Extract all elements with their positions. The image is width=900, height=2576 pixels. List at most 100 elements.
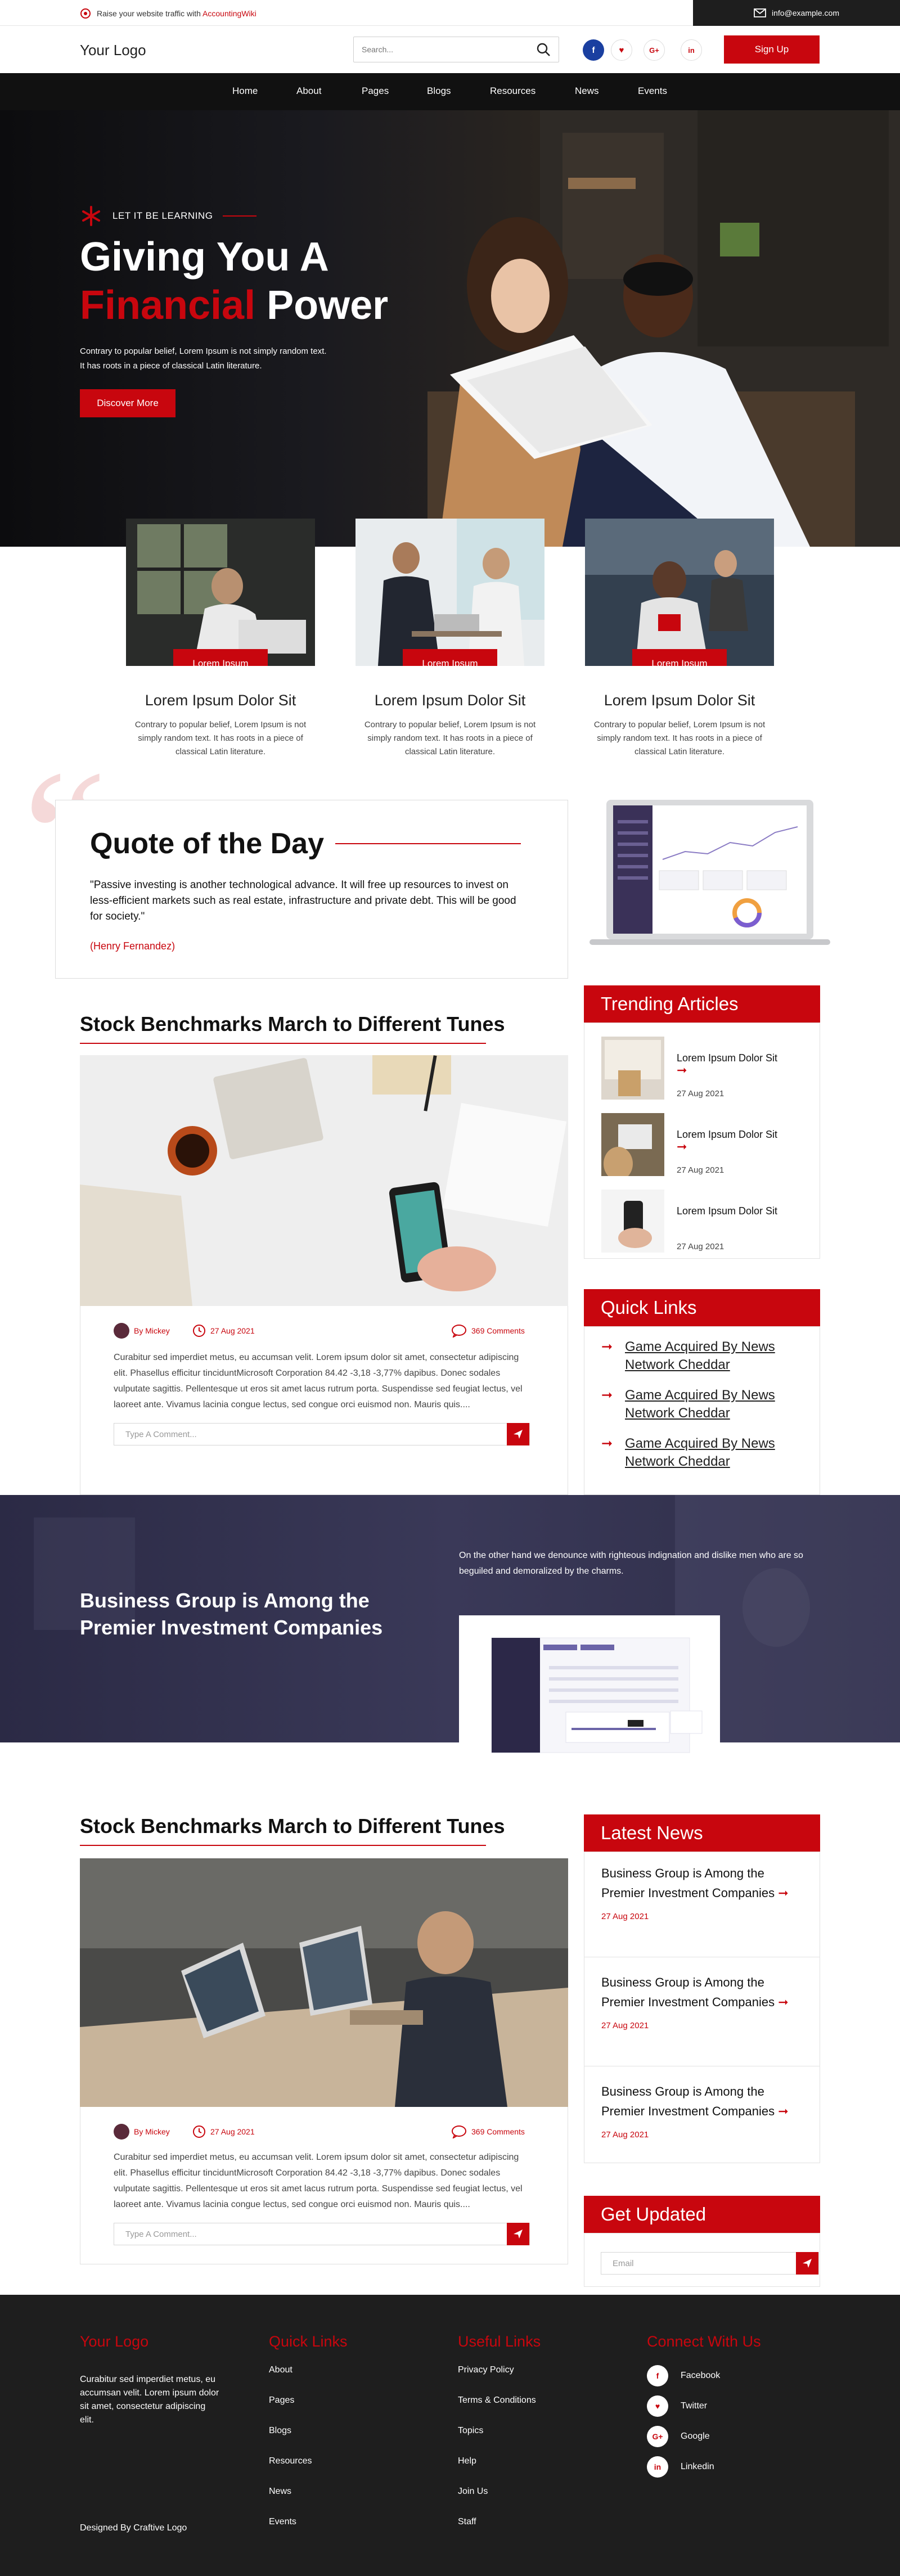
footer-column-title: Useful Links — [458, 2333, 541, 2350]
footer-link-topics[interactable]: Topics — [458, 2426, 541, 2442]
trending-item[interactable]: Lorem Ipsum Dolor Sit 27 Aug 2021 — [601, 1190, 777, 1253]
email-text: info@example.com — [771, 8, 840, 17]
subscribe-button[interactable] — [796, 2252, 818, 2275]
news-item-title: Business Group is Among the Premier Inve… — [601, 1866, 775, 1900]
news-item-title: Business Group is Among the Premier Inve… — [601, 2084, 775, 2118]
quicklink-label: Game Acquired By News Network Cheddar — [625, 1339, 775, 1372]
quicklink-item[interactable]: ➞ Game Acquired By News Network Cheddar — [601, 1435, 820, 1471]
site-logo[interactable]: Your Logo — [80, 42, 146, 59]
search-icon[interactable] — [536, 42, 551, 57]
newsletter-email-input[interactable]: Email — [601, 2252, 819, 2275]
trending-thumb — [601, 1037, 664, 1100]
title-underline — [80, 1043, 486, 1044]
send-icon — [514, 1430, 523, 1439]
card-label: Lorem Ipsum — [173, 649, 268, 666]
article-title[interactable]: Stock Benchmarks March to Different Tune… — [80, 1012, 505, 1036]
linkedin-icon[interactable]: in — [681, 39, 702, 61]
clock-icon — [193, 1325, 205, 1337]
news-item[interactable]: Business Group is Among the Premier Inve… — [601, 1972, 804, 2030]
hero-title-accent: Financial — [80, 283, 256, 328]
comment-field[interactable]: Type A Comment... — [114, 1423, 530, 1445]
social-label: Facebook — [681, 2371, 721, 2380]
nav-events[interactable]: Events — [638, 85, 667, 97]
nav-news[interactable]: News — [575, 85, 599, 97]
comment-placeholder: Type A Comment... — [125, 1429, 197, 1439]
quote-title-line — [335, 843, 521, 844]
article-comments[interactable]: 369 Comments — [451, 1324, 525, 1337]
footer-social-facebook[interactable]: f Facebook — [647, 2365, 761, 2386]
news-item-date: 27 Aug 2021 — [601, 1912, 649, 1921]
footer-link-pages[interactable]: Pages — [269, 2395, 348, 2411]
article-comments[interactable]: 369 Comments — [451, 2125, 525, 2138]
trending-item[interactable]: Lorem Ipsum Dolor Sit ➞ 27 Aug 2021 — [601, 1037, 777, 1100]
date-text: 27 Aug 2021 — [210, 1326, 255, 1335]
social-label: Google — [681, 2431, 710, 2441]
email-contact[interactable]: info@example.com — [693, 0, 900, 26]
footer-link-news[interactable]: News — [269, 2487, 348, 2502]
dashboard-mockup-image — [459, 1615, 720, 1782]
target-icon — [80, 8, 91, 19]
signup-button[interactable]: Sign Up — [724, 35, 820, 64]
nav-blogs[interactable]: Blogs — [427, 85, 451, 97]
news-item[interactable]: Business Group is Among the Premier Inve… — [601, 2082, 804, 2140]
footer-social-google[interactable]: G+ Google — [647, 2426, 761, 2447]
nav-resources[interactable]: Resources — [490, 85, 536, 97]
google-plus-icon[interactable]: G+ — [644, 39, 665, 61]
article-author[interactable]: By Mickey — [114, 2124, 170, 2140]
footer-useful-links: Useful Links Privacy Policy Terms & Cond… — [458, 2333, 541, 2533]
facebook-icon[interactable]: f — [583, 39, 604, 61]
footer-link-about[interactable]: About — [269, 2365, 348, 2381]
quicklink-item[interactable]: ➞ Game Acquired By News Network Cheddar — [601, 1338, 820, 1374]
search-input[interactable] — [353, 37, 559, 62]
trending-item[interactable]: Lorem Ipsum Dolor Sit ➞ 27 Aug 2021 — [601, 1113, 777, 1176]
footer-link-join[interactable]: Join Us — [458, 2487, 541, 2502]
card-title: Lorem Ipsum Dolor Sit — [145, 692, 296, 709]
footer-link-blogs[interactable]: Blogs — [269, 2426, 348, 2442]
comments-count: 369 Comments — [471, 2127, 525, 2136]
laptop-dashboard-image — [590, 800, 830, 945]
quicklink-item[interactable]: ➞ Game Acquired By News Network Cheddar — [601, 1386, 820, 1422]
trending-item-date: 27 Aug 2021 — [677, 1242, 724, 1251]
feature-card[interactable]: Lorem Ipsum Lorem Ipsum Dolor Sit Contra… — [356, 519, 544, 759]
nav-home[interactable]: Home — [232, 85, 258, 97]
card-image: Lorem Ipsum — [585, 519, 774, 666]
send-button[interactable] — [507, 1423, 529, 1445]
footer-link-privacy[interactable]: Privacy Policy — [458, 2365, 541, 2381]
facebook-icon: f — [647, 2365, 668, 2386]
news-item[interactable]: Business Group is Among the Premier Inve… — [601, 1863, 804, 1921]
footer-link-terms[interactable]: Terms & Conditions — [458, 2395, 541, 2411]
promo-brand-link[interactable]: AccountingWiki — [202, 9, 256, 18]
quote-author: (Henry Fernandez) — [90, 940, 176, 952]
feature-card[interactable]: Lorem Ipsum Lorem Ipsum Dolor Sit Contra… — [126, 519, 315, 759]
quicklinks-widget: ➞ Game Acquired By News Network Cheddar ➞… — [584, 1326, 820, 1495]
social-label: Twitter — [681, 2401, 708, 2411]
footer-credit: Designed By Craftive Logo — [80, 2523, 187, 2533]
send-button[interactable] — [507, 2223, 529, 2245]
footer-link-resources[interactable]: Resources — [269, 2456, 348, 2472]
hero-text-line1: Contrary to popular belief, Lorem Ipsum … — [80, 346, 327, 356]
latest-news-widget: Business Group is Among the Premier Inve… — [584, 1852, 820, 2163]
trending-title: Trending Articles — [584, 985, 820, 1023]
band-title-line1: Business Group is Among the — [80, 1589, 370, 1612]
footer-social-twitter[interactable]: ♥ Twitter — [647, 2395, 761, 2417]
article-author[interactable]: By Mickey — [114, 1323, 170, 1339]
footer-link-help[interactable]: Help — [458, 2456, 541, 2472]
footer-link-staff[interactable]: Staff — [458, 2517, 541, 2533]
comment-field[interactable]: Type A Comment... — [114, 2223, 530, 2245]
trending-item-title: Lorem Ipsum Dolor Sit — [677, 1205, 778, 1217]
nav-pages[interactable]: Pages — [362, 85, 389, 97]
twitter-icon[interactable]: ♥ — [611, 39, 632, 61]
discover-more-button[interactable]: Discover More — [80, 389, 176, 417]
feature-card[interactable]: Lorem Ipsum Lorem Ipsum Dolor Sit Contra… — [585, 519, 774, 759]
nav-about[interactable]: About — [296, 85, 321, 97]
band-title-line2: Premier Investment Companies — [80, 1616, 383, 1639]
avatar — [114, 1323, 129, 1339]
author-name: By Mickey — [134, 1326, 170, 1335]
footer-social-linkedin[interactable]: in Linkedin — [647, 2456, 761, 2478]
footer-link-events[interactable]: Events — [269, 2517, 348, 2533]
trending-item-title: Lorem Ipsum Dolor Sit — [677, 1129, 778, 1140]
footer-logo[interactable]: Your Logo — [80, 2333, 220, 2350]
article-title[interactable]: Stock Benchmarks March to Different Tune… — [80, 1814, 505, 1838]
comment-placeholder: Type A Comment... — [125, 2229, 197, 2239]
arrow-right-icon: ➞ — [778, 1995, 789, 2009]
